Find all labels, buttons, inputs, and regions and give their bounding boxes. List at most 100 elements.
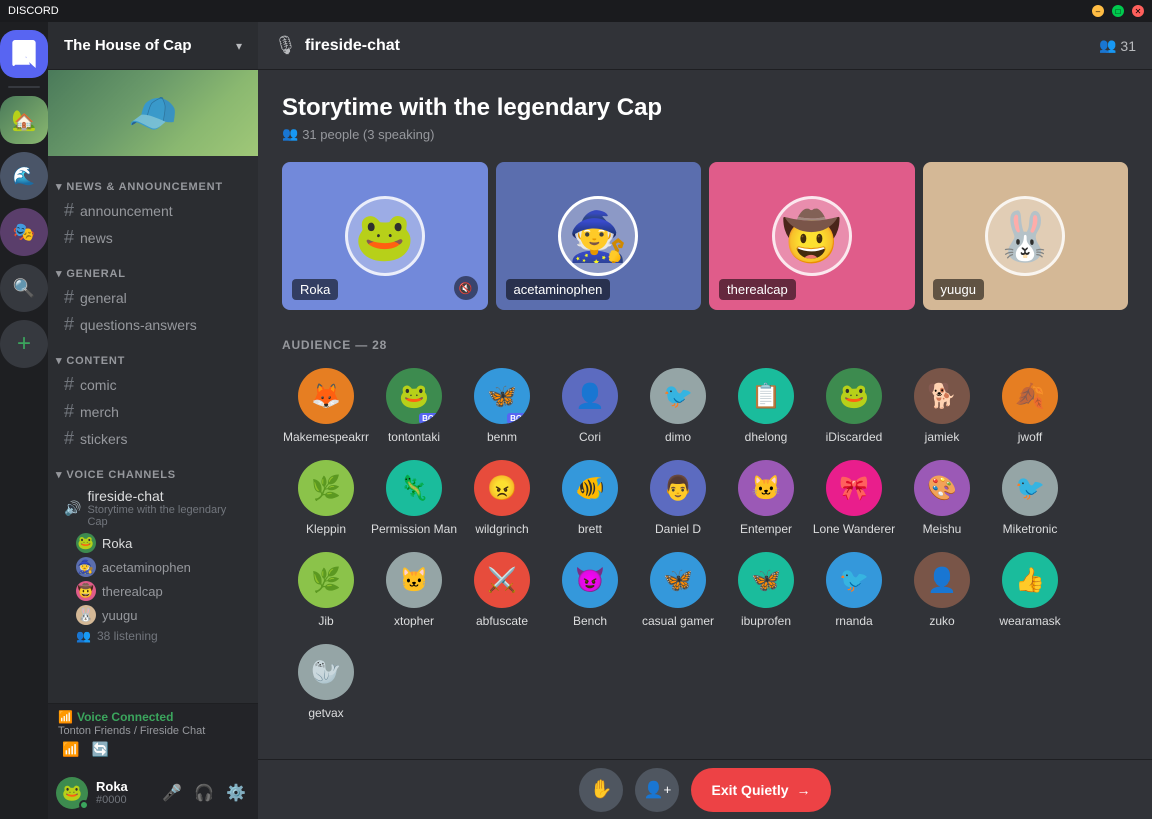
- audience-member-idiscarded[interactable]: 🐸 iDiscarded: [810, 368, 898, 444]
- close-btn[interactable]: ✕: [1132, 5, 1144, 17]
- voice-member-avatar-roka: 🐸: [76, 533, 96, 553]
- voice-member-roka[interactable]: 🐸 Roka: [48, 531, 258, 555]
- audience-member-jib[interactable]: 🌿 Jib: [282, 552, 370, 628]
- audience-avatar: 🦋 BOT: [474, 368, 530, 424]
- hash-icon: #: [64, 428, 74, 449]
- members-icon: 👥: [1099, 37, 1116, 54]
- audience-member-xtopher[interactable]: 🐱 xtopher: [370, 552, 458, 628]
- hash-icon: #: [64, 227, 74, 248]
- audience-name: jwoff: [1018, 430, 1042, 444]
- audience-member-jwoff[interactable]: 🍂 jwoff: [986, 368, 1074, 444]
- voice-signal-btn[interactable]: 📶: [58, 739, 83, 760]
- audience-name: Entemper: [740, 522, 792, 536]
- voice-connected-status: 📶 Voice Connected: [58, 710, 248, 724]
- audience-member-wearamask[interactable]: 👍 wearamask: [986, 552, 1074, 628]
- server-icon-house-of-cap[interactable]: 🏡: [0, 96, 48, 144]
- server-icon-3[interactable]: 🎭: [0, 208, 48, 256]
- server-dropdown-arrow: ▾: [236, 39, 242, 53]
- audience-member-brett[interactable]: 🐠 brett: [546, 460, 634, 536]
- mute-btn[interactable]: 🎤: [158, 779, 186, 807]
- add-speaker-btn[interactable]: 👤+: [635, 768, 679, 812]
- voice-member-acetaminophen[interactable]: 🧙 acetaminophen: [48, 555, 258, 579]
- user-avatar-wrapper: 🐸: [56, 777, 88, 809]
- audience-member-jamiek[interactable]: 🐕 jamiek: [898, 368, 986, 444]
- voice-controls: 📶 🔄: [58, 739, 248, 760]
- server-separator: [8, 86, 40, 88]
- audience-member-dhelong[interactable]: 📋 dhelong: [722, 368, 810, 444]
- audience-name: tontontaki: [388, 430, 440, 444]
- audience-avatar: 🐕: [914, 368, 970, 424]
- channel-name: fireside-chat: [305, 37, 400, 55]
- voice-member-therealcap[interactable]: 🤠 therealcap: [48, 579, 258, 603]
- audience-member-daniel-d[interactable]: 👨 Daniel D: [634, 460, 722, 536]
- audience-avatar: 🐱: [738, 460, 794, 516]
- audience-member-meishu[interactable]: 🎨 Meishu: [898, 460, 986, 536]
- channel-comic[interactable]: # comic: [56, 371, 250, 398]
- stage-meta-icon: 👥: [282, 126, 298, 142]
- add-server-btn[interactable]: +: [0, 320, 48, 368]
- section-general[interactable]: ▾ GENERAL: [48, 251, 258, 284]
- audience-avatar: 👨: [650, 460, 706, 516]
- audience-member-makemespeakrr[interactable]: 🦊 Makemespeakrr: [282, 368, 370, 444]
- audience-member-kleppin[interactable]: 🌿 Kleppin: [282, 460, 370, 536]
- channel-announcement[interactable]: # announcement: [56, 197, 250, 224]
- section-voice-channels[interactable]: ▾ VOICE CHANNELS: [48, 452, 258, 485]
- audience-member-getvax[interactable]: 🦭 getvax: [282, 644, 370, 720]
- audience-member-dimo[interactable]: 🐦 dimo: [634, 368, 722, 444]
- stage-channel-icon: 🎙: [274, 35, 297, 56]
- audience-member-rnanda[interactable]: 🐦 rnanda: [810, 552, 898, 628]
- audience-member-miketronic[interactable]: 🐦 Miketronic: [986, 460, 1074, 536]
- settings-btn[interactable]: ⚙️: [222, 779, 250, 807]
- main-content: 🎙 fireside-chat 👥 31 Storytime with the …: [258, 0, 1152, 819]
- server-icon-2[interactable]: 🌊: [0, 152, 48, 200]
- voice-member-yuugu[interactable]: 🐰 yuugu: [48, 603, 258, 627]
- server-header[interactable]: The House of Cap ▾: [48, 22, 258, 70]
- audience-member-bench[interactable]: 😈 Bench: [546, 552, 634, 628]
- channel-header-left: 🎙 fireside-chat: [274, 35, 400, 56]
- audience-name: dimo: [665, 430, 691, 444]
- audience-member-zuko[interactable]: 👤 zuko: [898, 552, 986, 628]
- raise-hand-btn[interactable]: ✋: [579, 768, 623, 812]
- audience-member-casual-gamer[interactable]: 🦋 casual gamer: [634, 552, 722, 628]
- user-status-dot: [79, 800, 89, 810]
- audience-member-abfuscate[interactable]: ⚔️ abfuscate: [458, 552, 546, 628]
- server-icon-search[interactable]: 🔍: [0, 264, 48, 312]
- voice-connected-channel: Tonton Friends / Fireside Chat: [58, 725, 248, 737]
- audience-avatar: 👍: [1002, 552, 1058, 608]
- audience-name: Daniel D: [655, 522, 701, 536]
- deafen-btn[interactable]: 🎧: [190, 779, 218, 807]
- server-banner: 🧢: [48, 70, 258, 156]
- maximize-btn[interactable]: □: [1112, 5, 1124, 17]
- audience-member-cori[interactable]: 👤 Cori: [546, 368, 634, 444]
- audience-member-lone-wanderer[interactable]: 🎀 Lone Wanderer: [810, 460, 898, 536]
- username: Roka: [96, 779, 150, 794]
- minimize-btn[interactable]: –: [1092, 5, 1104, 17]
- section-content[interactable]: ▾ CONTENT: [48, 338, 258, 371]
- audience-avatar: 🦎: [386, 460, 442, 516]
- hash-icon: #: [64, 374, 74, 395]
- audience-avatar: 👤: [562, 368, 618, 424]
- channel-general[interactable]: # general: [56, 284, 250, 311]
- channel-merch[interactable]: # merch: [56, 398, 250, 425]
- exit-quietly-btn[interactable]: Exit Quietly →: [691, 768, 830, 812]
- audience-member-tontontaki[interactable]: 🐸 BOT tontontaki: [370, 368, 458, 444]
- bot-badge: BOT: [419, 413, 442, 424]
- stage-title: Storytime with the legendary Cap: [282, 94, 1128, 122]
- channel-stickers[interactable]: # stickers: [56, 425, 250, 452]
- audience-name: ibuprofen: [741, 614, 791, 628]
- audience-member-entemper[interactable]: 🐱 Entemper: [722, 460, 810, 536]
- channel-questions-answers[interactable]: # questions-answers: [56, 311, 250, 338]
- server-icon-discord[interactable]: [0, 30, 48, 78]
- audience-avatar: 🐸: [826, 368, 882, 424]
- audience-member-wildgrinch[interactable]: 😠 wildgrinch: [458, 460, 546, 536]
- audience-member-benm[interactable]: 🦋 BOT benm: [458, 368, 546, 444]
- audience-name: abfuscate: [476, 614, 528, 628]
- voice-refresh-btn[interactable]: 🔄: [87, 739, 112, 760]
- audience-member-ibuprofen[interactable]: 🦋 ibuprofen: [722, 552, 810, 628]
- audience-member-permission-man[interactable]: 🦎 Permission Man: [370, 460, 458, 536]
- channel-news[interactable]: # news: [56, 224, 250, 251]
- voice-channel-fireside-chat[interactable]: 🔊 fireside-chat Storytime with the legen…: [56, 485, 250, 531]
- section-news-announcement[interactable]: ▾ NEWS & ANNOUNCEMENT: [48, 164, 258, 197]
- channel-header: 🎙 fireside-chat 👥 31: [258, 22, 1152, 70]
- audience-section: AUDIENCE — 28 🦊 Makemespeakrr 🐸 BOT tont…: [282, 338, 1128, 756]
